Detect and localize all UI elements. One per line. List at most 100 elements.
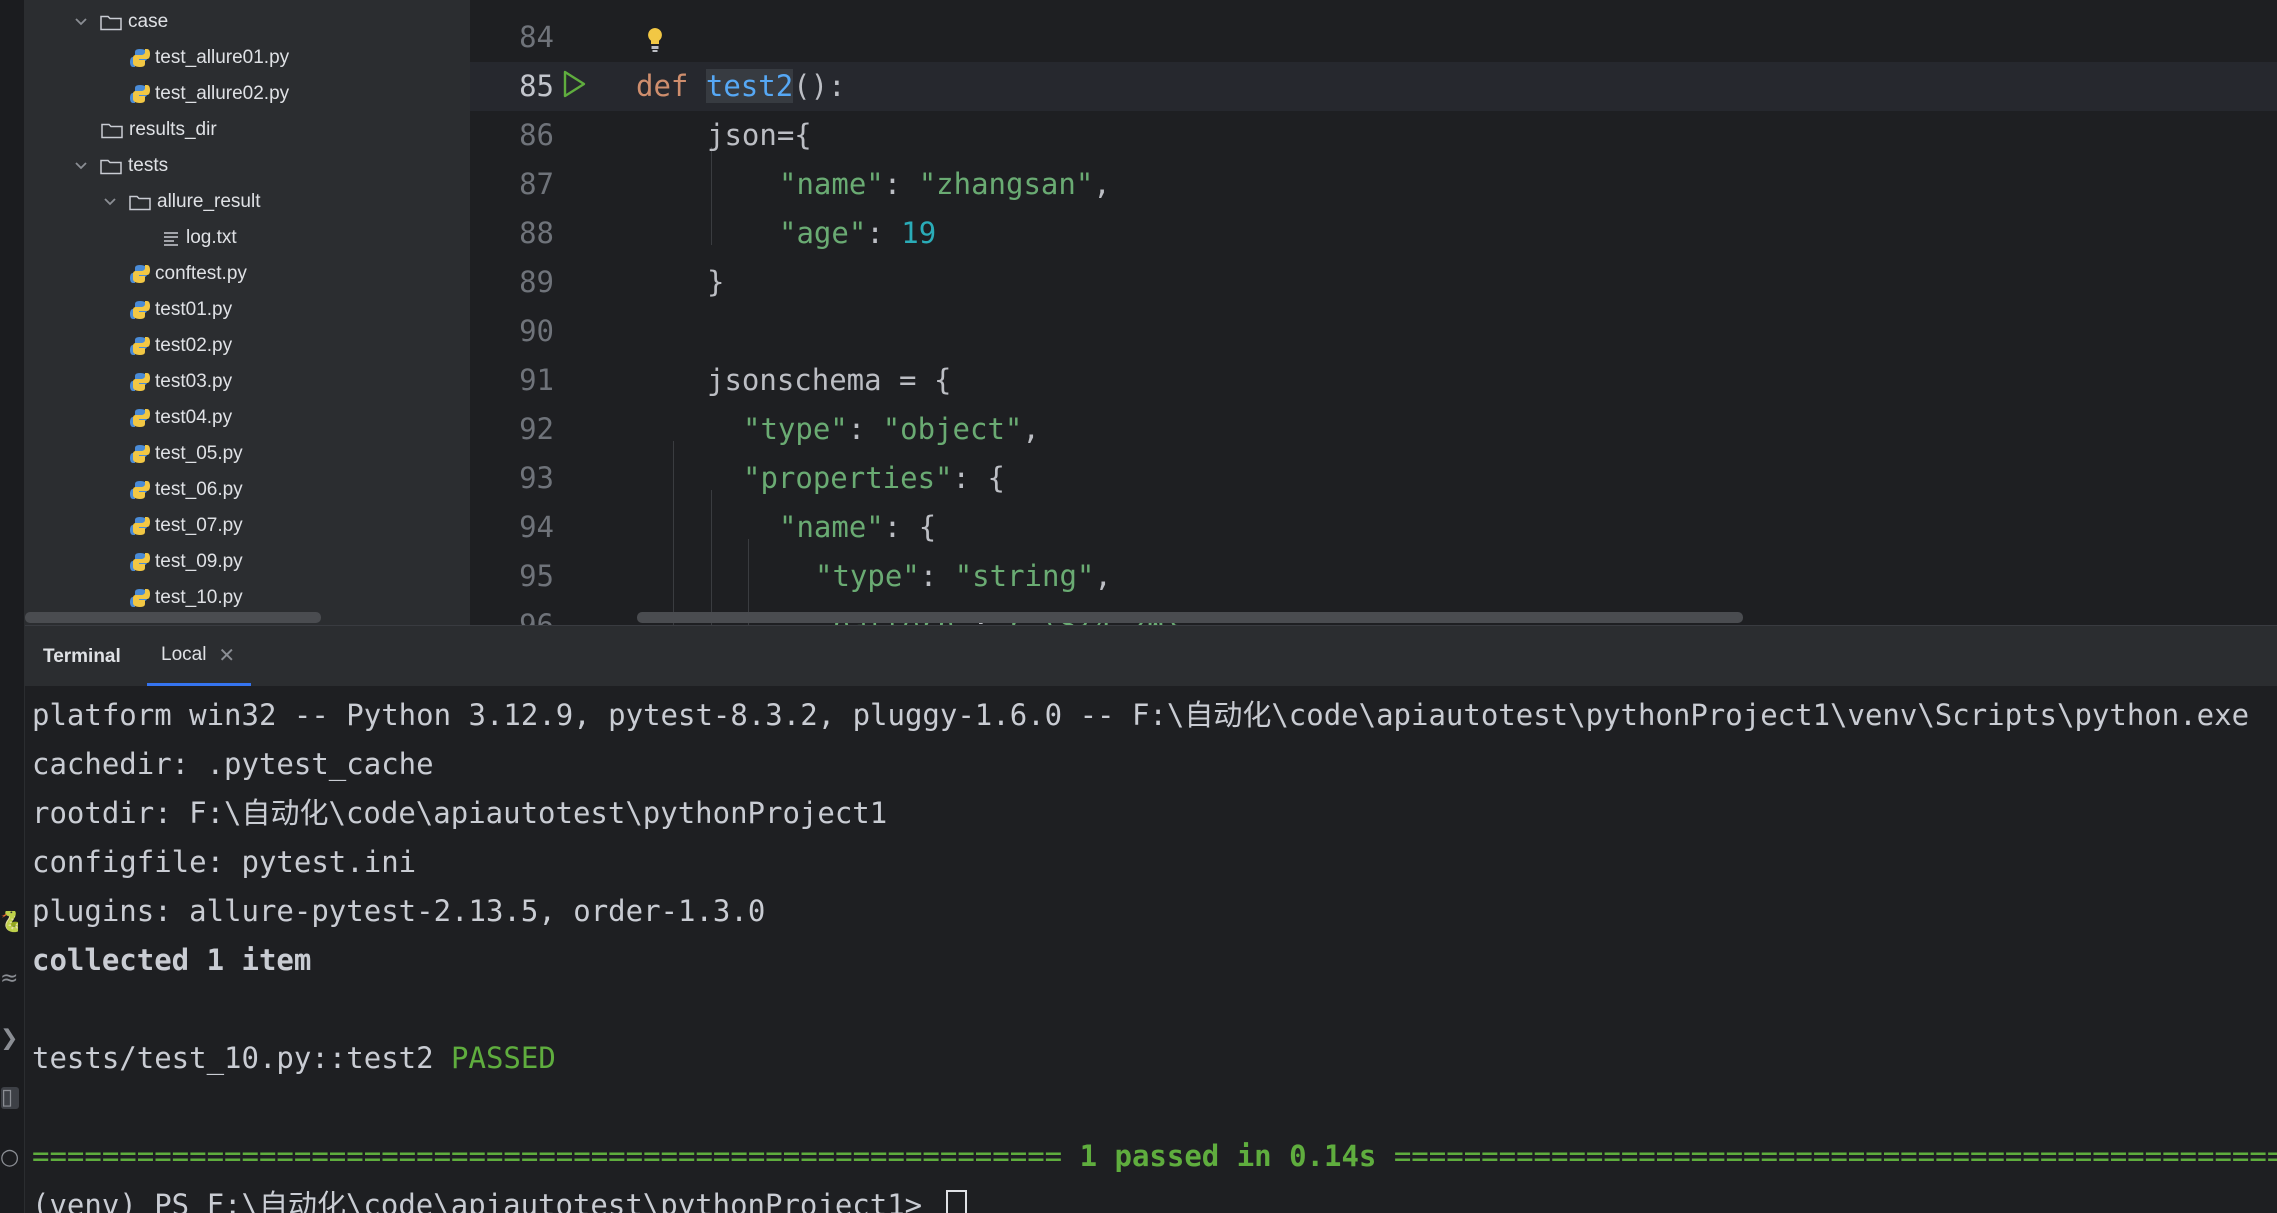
tree-item-label: test04.py	[155, 407, 233, 428]
tree-folder-tests[interactable]: tests	[72, 148, 168, 184]
code-text: }	[707, 265, 725, 299]
code-text: "age": 19	[779, 209, 936, 258]
folder-icon	[100, 159, 122, 174]
tree-file-test-allure02[interactable]: test_allure02.py	[129, 76, 289, 112]
lightbulb-icon[interactable]	[645, 26, 665, 54]
code-line: 87 "name": "zhangsan",	[470, 160, 2277, 209]
tree-item-label: allure_result	[157, 191, 261, 212]
editor-horizontal-scrollbar[interactable]	[637, 612, 1743, 623]
tree-item-label: test_07.py	[155, 515, 243, 536]
code-text: "type": "string",	[815, 552, 1112, 601]
number-token: 19	[901, 216, 937, 250]
code-line: 93 "properties": {	[470, 454, 2277, 503]
code-token: ,	[1093, 167, 1111, 201]
tree-folder-results-dir[interactable]: results_dir	[101, 112, 217, 148]
tree-folder-case[interactable]: case	[72, 4, 168, 40]
terminal-icon[interactable]: ▯	[1, 1087, 19, 1109]
string-token: "type"	[815, 559, 920, 593]
chevron-down-icon[interactable]	[72, 157, 90, 175]
tab-local[interactable]: Local ✕	[147, 626, 252, 686]
code-line: 86 json={	[470, 111, 2277, 160]
python-file-icon	[130, 481, 150, 499]
tree-file-test04[interactable]: test04.py	[129, 400, 232, 436]
string-token: "string"	[954, 559, 1095, 593]
tree-item-label: test_10.py	[155, 587, 243, 608]
python-file-icon	[130, 265, 150, 283]
tree-file-test02[interactable]: test02.py	[129, 328, 232, 364]
string-token: "properties"	[743, 461, 953, 495]
chevron-down-icon[interactable]	[101, 193, 119, 211]
terminal-title: Terminal	[43, 646, 121, 667]
code-token: :	[883, 167, 919, 201]
tree-horizontal-scrollbar[interactable]	[25, 612, 321, 623]
terminal-panel: Terminal Local ✕ platform win32 -- Pytho…	[25, 625, 2277, 1213]
tree-item-label: test03.py	[155, 371, 233, 392]
problems-icon[interactable]: ○	[0, 1147, 18, 1169]
terminal-output[interactable]: platform win32 -- Python 3.12.9, pytest-…	[32, 685, 2277, 1213]
code-token: :	[847, 412, 883, 446]
python-file-icon	[130, 49, 150, 67]
folder-icon	[129, 195, 151, 210]
python-file-icon	[130, 589, 150, 607]
summary-text: 1 passed in 0.14s	[1079, 1139, 1377, 1173]
tool-window-strip: 🐍 ≈ ❯ ▯ ○	[0, 0, 25, 1213]
string-token: "name"	[779, 510, 884, 544]
line-number: 84	[519, 20, 554, 54]
code-text: json={	[707, 118, 812, 152]
tree-folder-allure-result[interactable]: allure_result	[101, 184, 261, 220]
code-token: :	[952, 461, 988, 495]
code-text: "name": {	[779, 503, 936, 552]
chevron-down-icon[interactable]	[72, 13, 90, 31]
tree-file-test-09[interactable]: test_09.py	[129, 544, 243, 580]
folder-icon	[100, 15, 122, 30]
code-line: 90	[470, 307, 2277, 356]
tree-file-log-txt[interactable]: log.txt	[162, 220, 237, 256]
tree-file-test-05[interactable]: test_05.py	[129, 436, 243, 472]
python-packages-icon[interactable]: ≈	[0, 968, 18, 990]
code-editor[interactable]: 84 85 def test2(): 86 json={ 87 "name": …	[470, 0, 2277, 625]
tree-item-label: test02.py	[155, 335, 233, 356]
status-passed: PASSED	[451, 1041, 556, 1075]
python-console-icon[interactable]: 🐍	[0, 911, 18, 933]
code-text: def test2():	[636, 62, 846, 111]
tree-file-conftest[interactable]: conftest.py	[129, 256, 247, 292]
string-token: "name"	[779, 167, 884, 201]
keyword-token: def	[636, 69, 689, 103]
tree-item-label: test_06.py	[155, 479, 243, 500]
tree-file-test-06[interactable]: test_06.py	[129, 472, 243, 508]
code-line: 84	[470, 13, 2277, 62]
close-icon[interactable]: ✕	[218, 643, 235, 667]
python-file-icon	[130, 85, 150, 103]
tree-file-test-10[interactable]: test_10.py	[129, 580, 243, 616]
line-number: 86	[519, 118, 554, 152]
code-text: "name": "zhangsan",	[779, 160, 1111, 209]
services-icon[interactable]: ❯	[0, 1028, 18, 1050]
terminal-prompt-line[interactable]: (venv) PS F:\自动化\code\apiautotest\python…	[32, 1181, 967, 1213]
terminal-summary-line: ========================================…	[32, 1132, 2277, 1181]
terminal-line: tests/test_10.py::test2 PASSED	[32, 1034, 556, 1083]
code-line: 89 }	[470, 258, 2277, 307]
tree-file-test-allure01[interactable]: test_allure01.py	[129, 40, 289, 76]
line-number: 96	[519, 608, 554, 625]
run-test-icon[interactable]	[561, 69, 587, 99]
line-number: 89	[519, 265, 554, 299]
terminal-line: cachedir: .pytest_cache	[32, 747, 434, 781]
function-name-token[interactable]: test2	[705, 69, 794, 103]
summary-rule-left: ========================================…	[32, 1139, 1080, 1173]
line-number: 94	[519, 510, 554, 544]
code-token: {	[987, 461, 1005, 495]
tree-file-test03[interactable]: test03.py	[129, 364, 232, 400]
tree-file-test-07[interactable]: test_07.py	[129, 508, 243, 544]
string-token: "zhangsan"	[918, 167, 1094, 201]
test-id: tests/test_10.py::test2	[32, 1041, 452, 1075]
python-file-icon	[130, 517, 150, 535]
terminal-line: platform win32 -- Python 3.12.9, pytest-…	[32, 698, 2250, 732]
project-tree-panel: case test_allure01.py test_allure02.py r…	[25, 0, 470, 625]
tree-item-label: conftest.py	[155, 263, 247, 284]
code-token: :	[919, 559, 955, 593]
tree-item-label: test_allure01.py	[155, 47, 290, 68]
tree-file-test01[interactable]: test01.py	[129, 292, 232, 328]
summary-rule-right: ========================================…	[1393, 1139, 2277, 1173]
tree-item-label: results_dir	[129, 119, 217, 140]
line-number: 88	[519, 216, 554, 250]
